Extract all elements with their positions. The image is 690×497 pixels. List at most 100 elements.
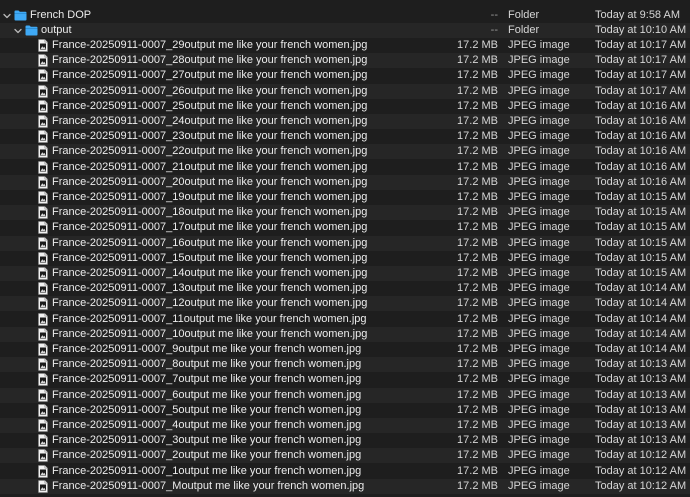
list-row-file[interactable]: France-20250911-0007_29output me like yo… (0, 38, 690, 53)
file-name: France-20250911-0007_26output me like yo… (52, 84, 368, 97)
file-name: France-20250911-0007_9output me like you… (52, 343, 362, 355)
list-row-file[interactable]: France-20250911-0007_7output me like you… (0, 372, 690, 387)
file-name: France-20250911-0007_24output me like yo… (52, 115, 368, 127)
list-row-folder-root[interactable]: French DOP -- Folder Today at 9:58 AM (0, 8, 690, 23)
list-row-file[interactable]: France-20250911-0007_1output me like you… (0, 464, 690, 479)
list-row-file[interactable]: France-20250911-0007_16output me like yo… (0, 235, 690, 251)
file-size: 17.2 MB (457, 251, 498, 264)
file-name: France-20250911-0007_23output me like yo… (52, 130, 368, 143)
jpeg-file-icon (38, 464, 48, 478)
file-size: 17.2 MB (457, 479, 498, 492)
file-size: 17.2 MB (457, 175, 498, 188)
file-date: Today at 10:13 AM (595, 419, 687, 431)
jpeg-file-icon (38, 358, 48, 371)
jpeg-file-icon (38, 251, 48, 265)
file-kind: JPEG image (508, 449, 570, 462)
jpeg-file-icon (38, 449, 48, 463)
file-name: France-20250911-0007_28output me like yo… (52, 54, 368, 67)
file-name: France-20250911-0007_17output me like yo… (52, 221, 368, 234)
file-date: Today at 10:13 AM (595, 403, 687, 416)
chevron-down-icon[interactable] (13, 23, 23, 38)
jpeg-file-icon (38, 99, 48, 113)
list-row-file[interactable]: France-20250911-0007_13output me like yo… (0, 281, 690, 296)
chevron-down-icon[interactable] (2, 8, 12, 23)
file-date: Today at 10:14 AM (595, 297, 687, 310)
file-name: France-20250911-0007_1output me like you… (52, 464, 362, 477)
file-size: 17.2 MB (457, 221, 498, 234)
list-row-file[interactable]: France-20250911-0007_19output me like yo… (0, 190, 690, 205)
folder-name: French DOP (30, 9, 92, 21)
list-row-file[interactable]: France-20250911-0007_27output me like yo… (0, 68, 690, 83)
list-row-file[interactable]: France-20250911-0007_4output me like you… (0, 418, 690, 433)
list-row-file[interactable]: France-20250911-0007_9output me like you… (0, 342, 690, 357)
list-row-file[interactable]: France-20250911-0007_14output me like yo… (0, 266, 690, 281)
file-name: France-20250911-0007_25output me like yo… (52, 99, 368, 112)
list-row-file[interactable]: France-20250911-0007_25output me like yo… (0, 99, 690, 114)
list-row-file[interactable]: France-20250911-0007_20output me like yo… (0, 174, 690, 190)
jpeg-file-icon (38, 130, 48, 143)
list-row-file[interactable]: France-20250911-0007_26output me like yo… (0, 83, 690, 99)
file-name: France-20250911-0007_14output me like yo… (52, 267, 368, 279)
file-name: France-20250911-0007_10output me like yo… (52, 327, 368, 340)
file-name: France-20250911-0007_6output me like you… (52, 388, 362, 401)
file-name: France-20250911-0007_18output me like yo… (52, 206, 368, 219)
file-date: Today at 10:13 AM (595, 388, 687, 401)
list-row-file[interactable]: France-20250911-0007_12output me like yo… (0, 296, 690, 312)
list-row-file[interactable]: France-20250911-0007_6output me like you… (0, 387, 690, 403)
file-kind: JPEG image (508, 69, 570, 82)
jpeg-file-icon (38, 191, 48, 204)
file-kind: JPEG image (508, 267, 570, 279)
file-size: 17.2 MB (457, 267, 498, 279)
jpeg-file-icon (38, 206, 48, 219)
file-date: Today at 10:16 AM (595, 115, 687, 127)
folder-icon (25, 25, 38, 36)
file-name: France-20250911-0007_19output me like yo… (52, 191, 368, 203)
list-row-file[interactable]: France-20250911-0007_28output me like yo… (0, 53, 690, 69)
file-date: Today at 10:13 AM (595, 373, 687, 386)
file-kind: JPEG image (508, 403, 570, 416)
jpeg-file-icon (38, 236, 48, 250)
folder-date: Today at 10:10 AM (595, 24, 687, 36)
jpeg-file-icon (38, 373, 48, 387)
file-kind: JPEG image (508, 464, 570, 477)
list-row-file[interactable]: France-20250911-0007_24output me like yo… (0, 114, 690, 129)
list-row-file[interactable]: France-20250911-0007_15output me like yo… (0, 251, 690, 266)
list-row-file[interactable]: France-20250911-0007_5output me like you… (0, 403, 690, 418)
jpeg-file-icon (38, 84, 48, 98)
file-date: Today at 10:17 AM (595, 54, 687, 67)
file-kind: JPEG image (508, 327, 570, 340)
list-row-file[interactable]: France-20250911-0007_10output me like yo… (0, 326, 690, 342)
jpeg-file-icon (38, 39, 48, 52)
file-size: 17.2 MB (457, 373, 498, 386)
file-size: 17.2 MB (457, 388, 498, 401)
list-row-file[interactable]: France-20250911-0007_Moutput me like you… (0, 478, 690, 494)
file-name: France-20250911-0007_2output me like you… (52, 449, 362, 462)
list-row-file[interactable]: France-20250911-0007_11output me like yo… (0, 312, 690, 327)
file-size: 17.2 MB (457, 464, 498, 477)
file-name: France-20250911-0007_8output me like you… (52, 358, 362, 371)
folder-kind: Folder (508, 24, 540, 36)
file-size: 17.2 MB (457, 358, 498, 371)
file-size: 17.2 MB (457, 419, 498, 431)
file-name: France-20250911-0007_4output me like you… (52, 419, 362, 431)
list-row-file[interactable]: France-20250911-0007_3output me like you… (0, 433, 690, 448)
file-kind: JPEG image (508, 236, 570, 249)
file-kind: JPEG image (508, 434, 570, 447)
file-kind: JPEG image (508, 115, 570, 127)
file-kind: JPEG image (508, 343, 570, 355)
list-row-file[interactable]: France-20250911-0007_17output me like yo… (0, 220, 690, 235)
list-row-file[interactable]: France-20250911-0007_21output me like yo… (0, 160, 690, 175)
folder-date: Today at 9:58 AM (595, 9, 680, 21)
list-row-file[interactable]: France-20250911-0007_2output me like you… (0, 448, 690, 464)
list-row-folder-output[interactable]: output -- Folder Today at 10:10 AM (0, 23, 690, 38)
list-row-file[interactable]: France-20250911-0007_8output me like you… (0, 357, 690, 373)
file-date: Today at 10:15 AM (595, 267, 687, 279)
list-row-file[interactable]: France-20250911-0007_23output me like yo… (0, 129, 690, 144)
jpeg-file-icon (38, 115, 48, 128)
file-kind: JPEG image (508, 160, 570, 173)
jpeg-file-icon (38, 343, 48, 356)
jpeg-file-icon (38, 479, 48, 493)
list-row-file[interactable]: France-20250911-0007_22output me like yo… (0, 144, 690, 160)
folder-size: -- (490, 24, 498, 36)
list-row-file[interactable]: France-20250911-0007_18output me like yo… (0, 205, 690, 221)
